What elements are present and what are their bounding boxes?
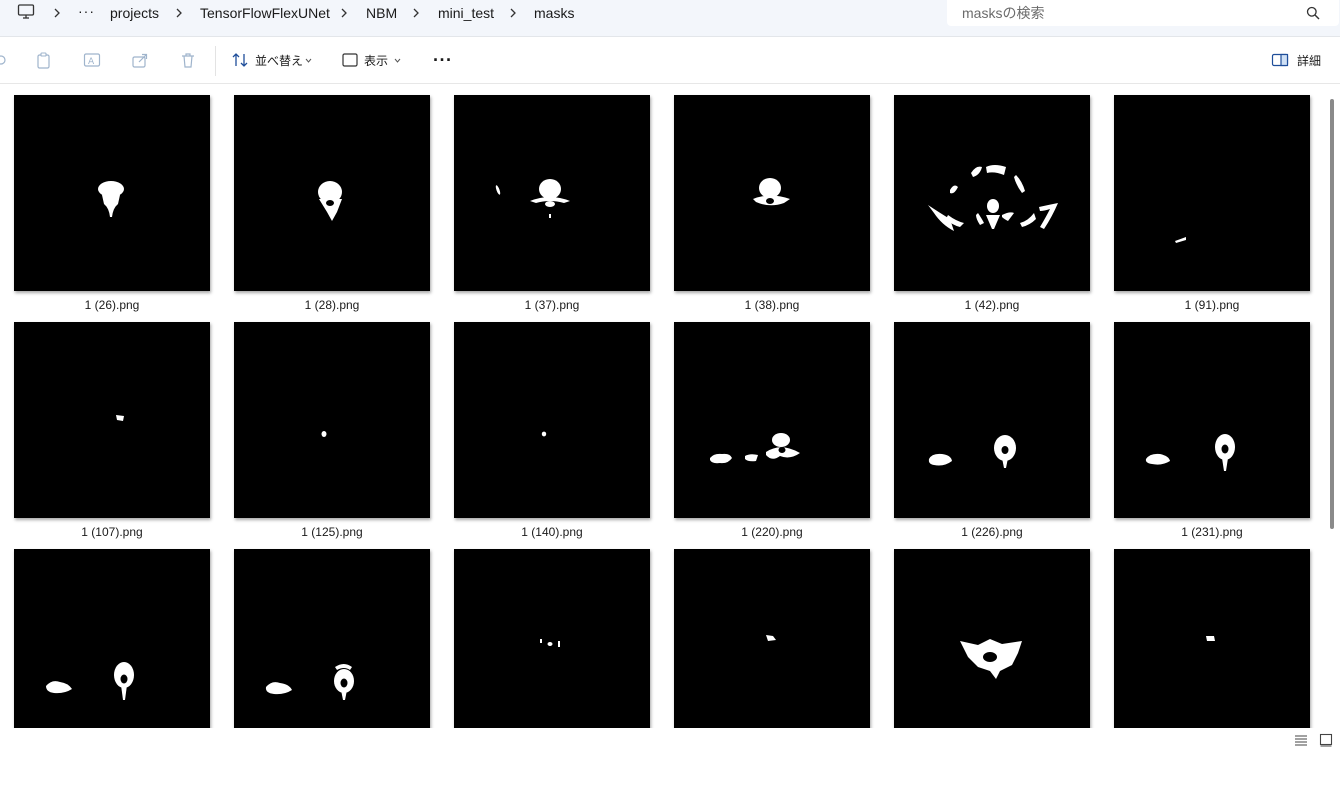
- mask-thumbnail: [14, 322, 210, 518]
- sort-label: 並べ替え: [255, 54, 304, 68]
- mask-thumbnail: [14, 549, 210, 728]
- file-item[interactable]: 1 (125).png: [234, 322, 430, 544]
- details-pane-icon: [1271, 53, 1289, 67]
- chevron-right-icon[interactable]: [509, 7, 517, 19]
- toolbar-divider: [215, 46, 216, 76]
- share-icon[interactable]: [131, 51, 149, 69]
- file-item[interactable]: [14, 549, 210, 728]
- details-label: 詳細: [1297, 54, 1322, 68]
- mask-thumbnail: [674, 322, 870, 518]
- file-item[interactable]: 1 (231).png: [1114, 322, 1310, 544]
- file-name: 1 (107).png: [81, 525, 143, 539]
- status-bar: [0, 728, 1340, 797]
- chevron-down-icon: [305, 58, 312, 63]
- sort-button[interactable]: 並べ替え: [228, 45, 318, 75]
- breadcrumb-masks[interactable]: masks: [534, 0, 574, 26]
- svg-text:A: A: [88, 57, 95, 67]
- file-name: 1 (125).png: [301, 525, 363, 539]
- file-item[interactable]: [894, 549, 1090, 728]
- mask-thumbnail: [1114, 322, 1310, 518]
- file-name: 1 (140).png: [521, 525, 583, 539]
- view-button[interactable]: 表示: [339, 45, 409, 75]
- file-name: 1 (26).png: [84, 298, 140, 312]
- file-name: 1 (42).png: [964, 298, 1020, 312]
- chevron-right-icon[interactable]: [340, 7, 348, 19]
- breadcrumb-overflow[interactable]: ···: [78, 0, 95, 26]
- mask-thumbnail: [454, 549, 650, 728]
- more-options-button[interactable]: ···: [433, 51, 452, 69]
- mask-thumbnail: [894, 549, 1090, 728]
- cut-icon[interactable]: [0, 51, 10, 69]
- delete-icon[interactable]: [179, 51, 197, 69]
- chevron-down-icon: [394, 58, 401, 63]
- file-grid: 1 (26).png 1 (28).png 1 (37).png 1 (38).…: [0, 84, 1326, 728]
- computer-icon[interactable]: [17, 3, 35, 21]
- file-item[interactable]: 1 (28).png: [234, 95, 430, 317]
- file-item[interactable]: 1 (38).png: [674, 95, 870, 317]
- copy-icon[interactable]: [35, 51, 53, 69]
- file-name: 1 (38).png: [744, 298, 800, 312]
- file-item[interactable]: [234, 549, 430, 728]
- details-pane-button[interactable]: 詳細: [1268, 45, 1328, 75]
- breadcrumb-nbm[interactable]: NBM: [366, 0, 397, 26]
- command-bar: A 並べ替え 表示 ··· 詳細: [0, 37, 1340, 84]
- mask-thumbnail: [674, 549, 870, 728]
- mask-thumbnail: [894, 322, 1090, 518]
- file-item[interactable]: 1 (140).png: [454, 322, 650, 544]
- mask-thumbnail: [454, 95, 650, 291]
- file-name: 1 (91).png: [1184, 298, 1240, 312]
- file-name: 1 (220).png: [741, 525, 803, 539]
- file-item[interactable]: 1 (91).png: [1114, 95, 1310, 317]
- search-input[interactable]: masksの検索: [947, 0, 1339, 26]
- chevron-right-icon[interactable]: [53, 7, 61, 19]
- file-item[interactable]: 1 (26).png: [14, 95, 210, 317]
- rename-icon[interactable]: A: [83, 51, 101, 69]
- mask-thumbnail: [234, 95, 430, 291]
- file-item[interactable]: 1 (226).png: [894, 322, 1090, 544]
- mask-thumbnail: [1114, 95, 1310, 291]
- mask-thumbnail: [674, 95, 870, 291]
- file-item[interactable]: 1 (220).png: [674, 322, 870, 544]
- mask-thumbnail: [1114, 549, 1310, 728]
- search-placeholder: masksの検索: [962, 5, 1045, 21]
- file-name: 1 (231).png: [1181, 525, 1243, 539]
- breadcrumb-mini-test[interactable]: mini_test: [438, 0, 494, 26]
- mask-thumbnail: [894, 95, 1090, 291]
- chevron-right-icon[interactable]: [412, 7, 420, 19]
- breadcrumb-tensorflowflexunet[interactable]: TensorFlowFlexUNet: [200, 0, 330, 26]
- file-item[interactable]: [454, 549, 650, 728]
- mask-thumbnail: [454, 322, 650, 518]
- view-label: 表示: [364, 54, 389, 68]
- vertical-scrollbar[interactable]: [1330, 99, 1334, 529]
- sort-icon: [232, 53, 248, 67]
- chevron-right-icon[interactable]: [175, 7, 183, 19]
- file-name: 1 (28).png: [304, 298, 360, 312]
- file-name: 1 (226).png: [961, 525, 1023, 539]
- file-item[interactable]: [1114, 549, 1310, 728]
- file-name: 1 (37).png: [524, 298, 580, 312]
- file-item[interactable]: 1 (37).png: [454, 95, 650, 317]
- details-view-icon[interactable]: [1294, 733, 1308, 747]
- mask-thumbnail: [234, 549, 430, 728]
- view-icon: [342, 53, 358, 67]
- mask-thumbnail: [234, 322, 430, 518]
- breadcrumb-projects[interactable]: projects: [110, 0, 159, 26]
- search-icon[interactable]: [1306, 6, 1320, 20]
- address-bar: ··· projects TensorFlowFlexUNet NBM mini…: [0, 0, 1340, 37]
- mask-thumbnail: [14, 95, 210, 291]
- file-item[interactable]: 1 (107).png: [14, 322, 210, 544]
- file-item[interactable]: [674, 549, 870, 728]
- file-item[interactable]: 1 (42).png: [894, 95, 1090, 317]
- large-icons-view-icon[interactable]: [1319, 733, 1333, 747]
